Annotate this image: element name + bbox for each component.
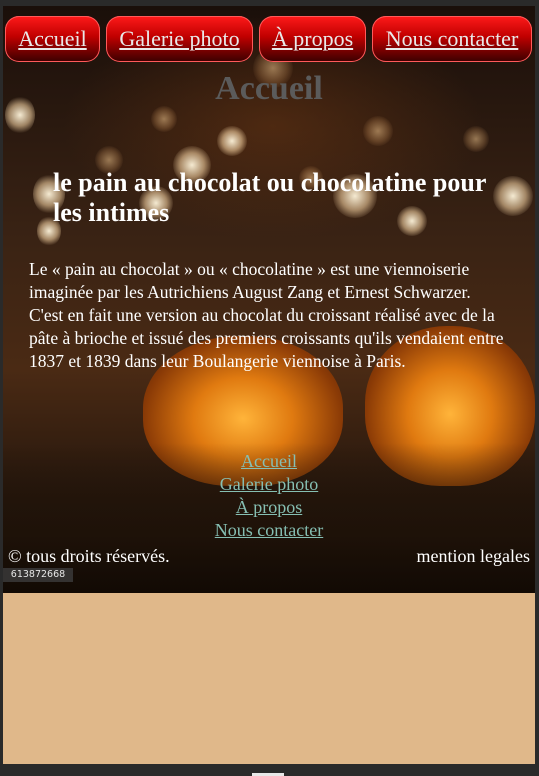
legal-notice-link[interactable]: mention legales	[417, 546, 530, 567]
nav-link-nous-contacter[interactable]: Nous contacter	[372, 16, 532, 62]
nav-link-galerie-photo[interactable]: Galerie photo	[106, 16, 253, 62]
page-title: Accueil	[215, 70, 323, 107]
main-navigation: Accueil Galerie photo À propos Nous cont…	[3, 16, 535, 64]
image-watermark: 613872668	[3, 568, 73, 582]
copyright-text: © tous droits réservés.	[8, 546, 170, 566]
page-frame: Accueil Galerie photo À propos Nous cont…	[3, 6, 535, 764]
article-heading: le pain au chocolat ou chocolatine pour …	[53, 168, 486, 227]
footer-link-nous-contacter[interactable]: Nous contacter	[3, 519, 535, 542]
footer-link-galerie-photo[interactable]: Galerie photo	[3, 473, 535, 496]
footer-navigation: Accueil Galerie photo À propos Nous cont…	[3, 450, 535, 542]
article-body: Le « pain au chocolat » ou « chocolatine…	[29, 259, 504, 371]
footer-link-accueil[interactable]: Accueil	[3, 450, 535, 473]
nav-link-a-propos[interactable]: À propos	[259, 16, 366, 62]
nav-link-accueil[interactable]: Accueil	[5, 16, 100, 62]
footer-link-a-propos[interactable]: À propos	[3, 496, 535, 519]
